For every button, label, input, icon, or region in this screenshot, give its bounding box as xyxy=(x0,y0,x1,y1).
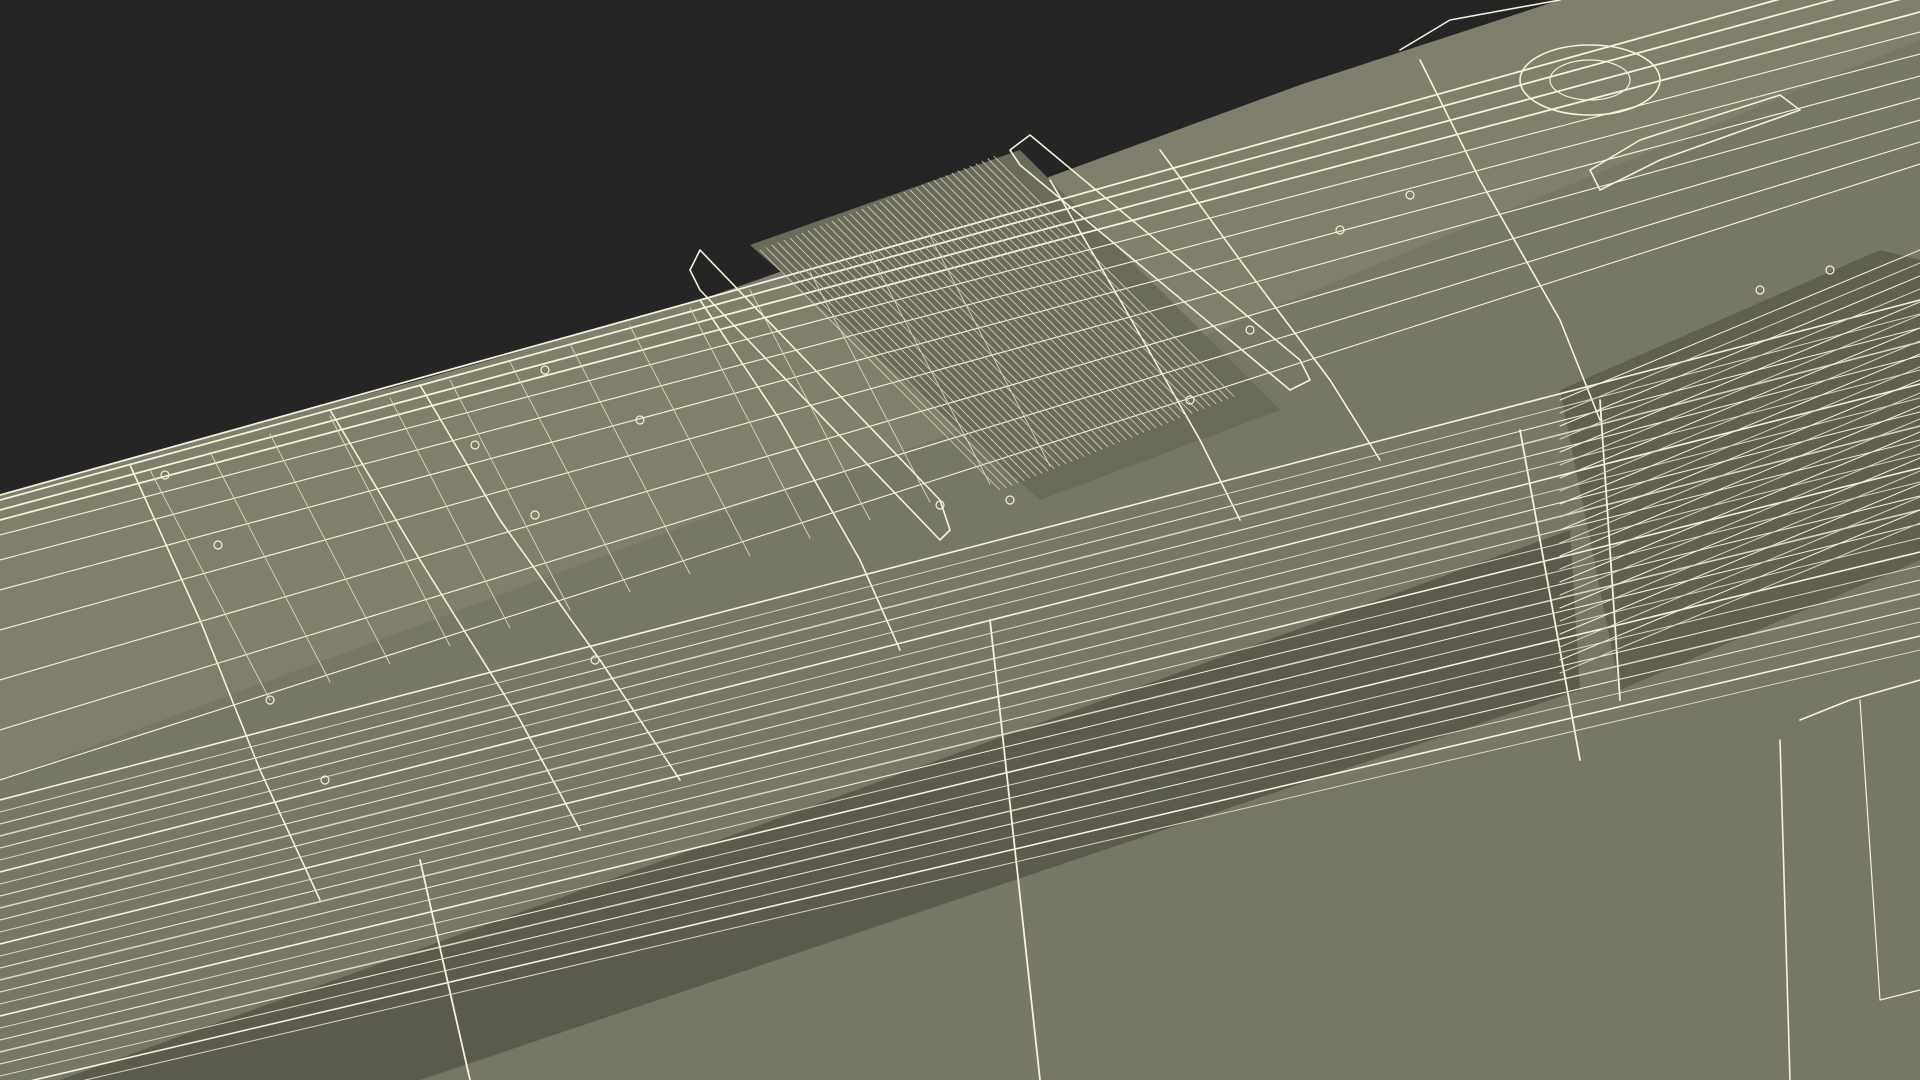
wireframe-render xyxy=(0,0,1920,1080)
render-viewport xyxy=(0,0,1920,1080)
